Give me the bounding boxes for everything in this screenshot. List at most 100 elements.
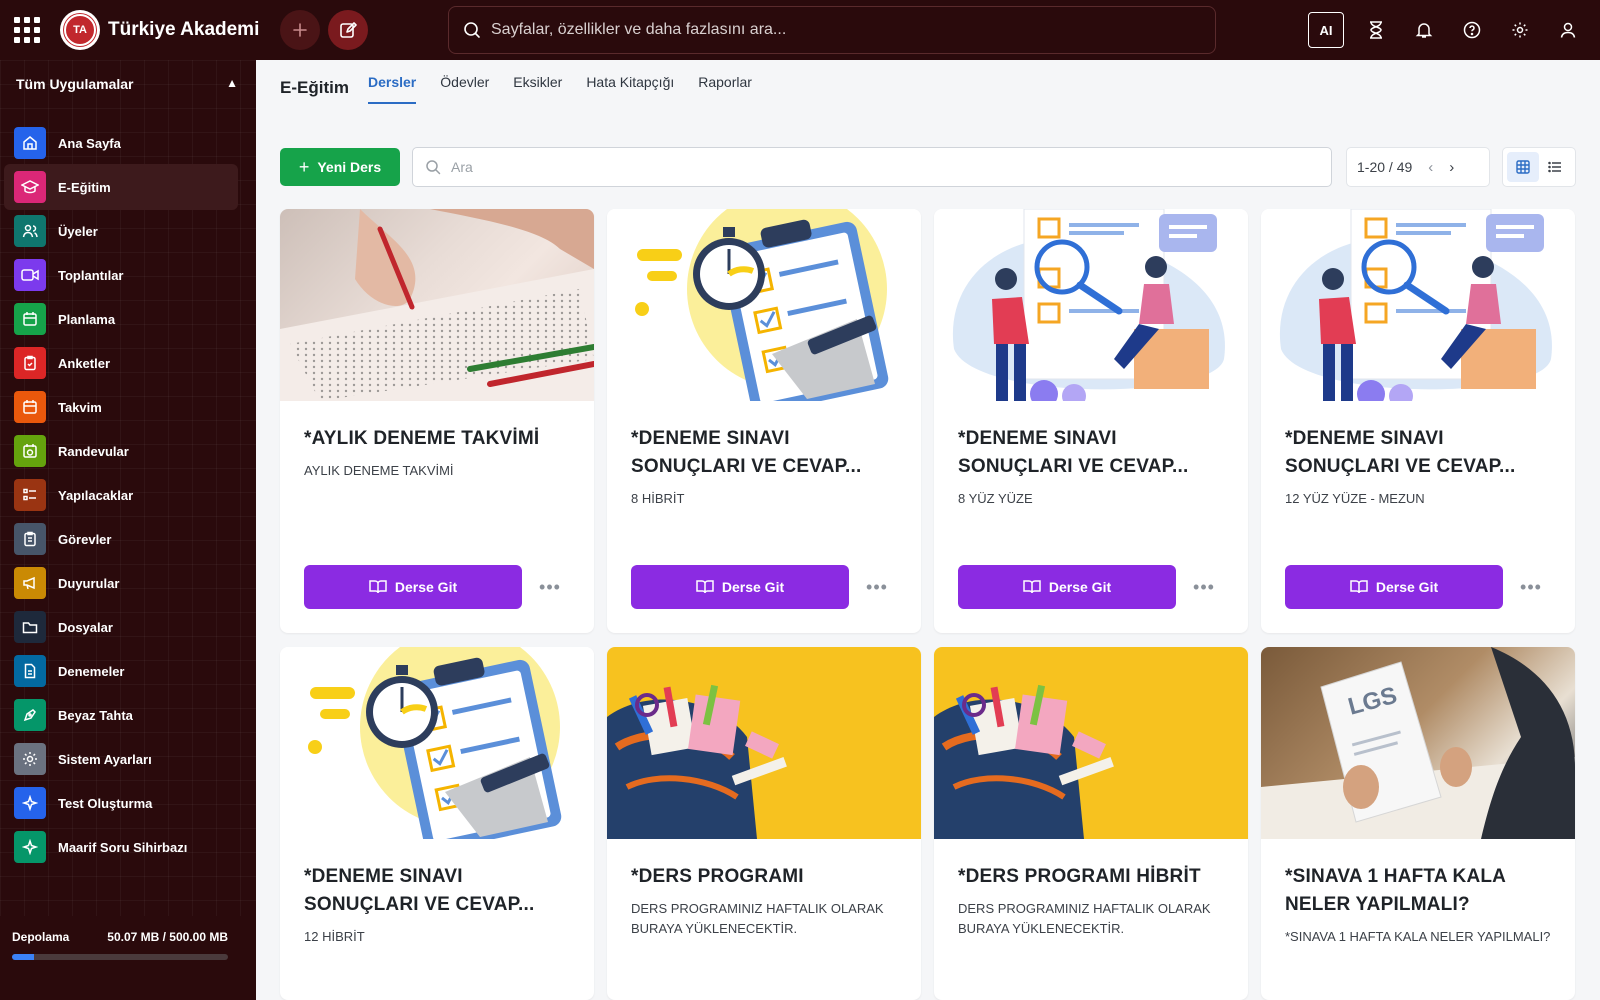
sidebar-item-label: Planlama — [58, 311, 116, 327]
prev-page-icon[interactable]: ‹ — [1428, 159, 1433, 176]
video-icon — [14, 259, 46, 291]
users-icon — [14, 215, 46, 247]
sidebar-item-anketler[interactable]: Anketler — [4, 340, 238, 386]
folder-icon — [14, 611, 46, 643]
sidebar-header[interactable]: Tüm Uygulamalar ▲ — [16, 76, 238, 92]
home-icon — [14, 127, 46, 159]
sidebar-item-label: Ana Sayfa — [58, 135, 121, 151]
sidebar-item-e-egitim[interactable]: E-Eğitim — [4, 164, 238, 210]
quick-add-button[interactable] — [280, 10, 320, 50]
sidebar-item-label: Yapılacaklar — [58, 487, 134, 503]
sidebar-item-randevular[interactable]: Randevular — [4, 428, 238, 474]
sidebar: Tüm Uygulamalar ▲ Ana Sayfa E-Eğitim Üye… — [0, 60, 256, 1000]
lgs-exam-photo: LGS — [1261, 647, 1575, 839]
tab-eksikler[interactable]: Eksikler — [513, 74, 562, 104]
sidebar-item-uyeler[interactable]: Üyeler — [4, 208, 238, 254]
course-card[interactable]: *DENEME SINAVI SONUÇLARI VE CEVAP... 8 H… — [607, 209, 921, 633]
sidebar-item-toplantilar[interactable]: Toplantılar — [4, 252, 238, 298]
sidebar-item-denemeler[interactable]: Denemeler — [4, 648, 238, 694]
new-course-button[interactable]: + Yeni Ders — [280, 148, 400, 186]
stopwatch-clipboard-illustration — [607, 209, 921, 401]
sidebar-item-maarif-soru-sihirbazi[interactable]: Maarif Soru Sihirbazı — [4, 824, 238, 870]
sidebar-item-duyurular[interactable]: Duyurular — [4, 560, 238, 606]
pagination-range: 1-20 / 49 — [1357, 159, 1413, 175]
course-search-input[interactable] — [451, 159, 1311, 175]
card-title: *DERS PROGRAMI HİBRİT — [958, 866, 1201, 887]
go-to-course-label: Derse Git — [394, 579, 458, 595]
view-toggle — [1502, 147, 1576, 187]
sidebar-item-yapilacaklar[interactable]: Yapılacaklar — [4, 472, 238, 518]
sidebar-item-planlama[interactable]: Planlama — [4, 296, 238, 342]
app-logo[interactable]: TA — [60, 10, 100, 50]
course-card[interactable]: *DENEME SINAVI SONUÇLARI VE CEVAP... 8 Y… — [934, 209, 1248, 633]
go-to-course-button[interactable]: Derse Git — [1285, 565, 1503, 609]
document-icon — [14, 655, 46, 687]
card-title: *DERS PROGRAMI — [631, 866, 804, 887]
card-subtitle: 12 HİBRİT — [304, 929, 365, 944]
tab-odevler[interactable]: Ödevler — [440, 74, 489, 104]
settings-icon[interactable] — [1508, 18, 1532, 42]
pagination: 1-20 / 49 ‹ › — [1346, 147, 1490, 187]
sidebar-item-label: Randevular — [58, 443, 129, 459]
sidebar-item-test-olusturma[interactable]: Test Oluşturma — [4, 780, 238, 826]
ai-button[interactable]: AI — [1308, 12, 1344, 48]
exam-sheet-photo — [280, 209, 594, 401]
course-card[interactable]: LGS *SINAVA 1 HAFTA KALA NELER YAPILMALI… — [1261, 647, 1575, 1000]
apps-grid-icon[interactable] — [14, 17, 40, 43]
quick-edit-button[interactable] — [328, 10, 368, 50]
grid-view-icon[interactable] — [1507, 152, 1539, 182]
bell-icon[interactable] — [1412, 18, 1436, 42]
brand-name[interactable]: Türkiye Akademi — [108, 19, 259, 41]
hourglass-icon[interactable] — [1364, 18, 1388, 42]
sidebar-item-label: Dosyalar — [58, 619, 113, 635]
plus-icon: + — [298, 156, 310, 177]
help-icon[interactable] — [1460, 18, 1484, 42]
more-options-icon[interactable]: ••• — [1519, 575, 1543, 599]
go-to-course-button[interactable]: Derse Git — [304, 565, 522, 609]
calendar-clock-icon — [14, 435, 46, 467]
global-search-input[interactable] — [491, 21, 1171, 39]
course-card[interactable]: *DENEME SINAVI SONUÇLARI VE CEVAP... 12 … — [1261, 209, 1575, 633]
tab-raporlar[interactable]: Raporlar — [698, 74, 752, 104]
list-view-icon[interactable] — [1539, 152, 1571, 182]
card-subtitle: AYLIK DENEME TAKVİMİ — [304, 463, 454, 478]
tab-hata-kitapcigi[interactable]: Hata Kitapçığı — [586, 74, 674, 104]
course-card[interactable]: *AYLIK DENEME TAKVİMİ AYLIK DENEME TAKVİ… — [280, 209, 594, 633]
checklist-icon — [14, 479, 46, 511]
course-card[interactable]: *DERS PROGRAMI DERS PROGRAMINIZ HAFTALIK… — [607, 647, 921, 1000]
sidebar-item-beyaz-tahta[interactable]: Beyaz Tahta — [4, 692, 238, 738]
sidebar-item-gorevler[interactable]: Görevler — [4, 516, 238, 562]
more-options-icon[interactable]: ••• — [865, 575, 889, 599]
course-card[interactable]: *DERS PROGRAMI HİBRİT DERS PROGRAMINIZ H… — [934, 647, 1248, 1000]
sidebar-item-label: E-Eğitim — [58, 179, 111, 195]
collapse-caret-icon[interactable]: ▲ — [226, 76, 238, 92]
sparkle-icon — [14, 787, 46, 819]
user-icon[interactable] — [1556, 18, 1580, 42]
sidebar-item-takvim[interactable]: Takvim — [4, 384, 238, 430]
school-backpack-photo — [934, 647, 1248, 839]
next-page-icon[interactable]: › — [1449, 159, 1454, 176]
go-to-course-label: Derse Git — [1048, 579, 1112, 595]
sidebar-item-label: Denemeler — [58, 663, 125, 679]
sidebar-item-dosyalar[interactable]: Dosyalar — [4, 604, 238, 650]
go-to-course-button[interactable]: Derse Git — [958, 565, 1176, 609]
calendar-icon — [14, 391, 46, 423]
go-to-course-label: Derse Git — [721, 579, 785, 595]
go-to-course-button[interactable]: Derse Git — [631, 565, 849, 609]
book-open-icon — [1023, 580, 1041, 594]
sidebar-item-ana-sayfa[interactable]: Ana Sayfa — [4, 120, 238, 166]
storage-bar — [12, 954, 228, 960]
card-title: *DENEME SINAVI SONUÇLARI VE CEVAP... — [958, 428, 1189, 477]
search-icon — [426, 160, 441, 175]
course-card[interactable]: *DENEME SINAVI SONUÇLARI VE CEVAP... 12 … — [280, 647, 594, 1000]
more-options-icon[interactable]: ••• — [538, 575, 562, 599]
people-magnifier-illustration — [1261, 209, 1575, 401]
tab-dersler[interactable]: Dersler — [368, 74, 417, 104]
global-search[interactable] — [448, 6, 1216, 54]
sidebar-item-label: Anketler — [58, 355, 111, 371]
course-search[interactable] — [412, 147, 1332, 187]
sidebar-item-sistem-ayarlari[interactable]: Sistem Ayarları — [4, 736, 238, 782]
more-options-icon[interactable]: ••• — [1192, 575, 1216, 599]
card-subtitle: 8 YÜZ YÜZE — [958, 491, 1033, 506]
card-subtitle: 8 HİBRİT — [631, 491, 685, 506]
